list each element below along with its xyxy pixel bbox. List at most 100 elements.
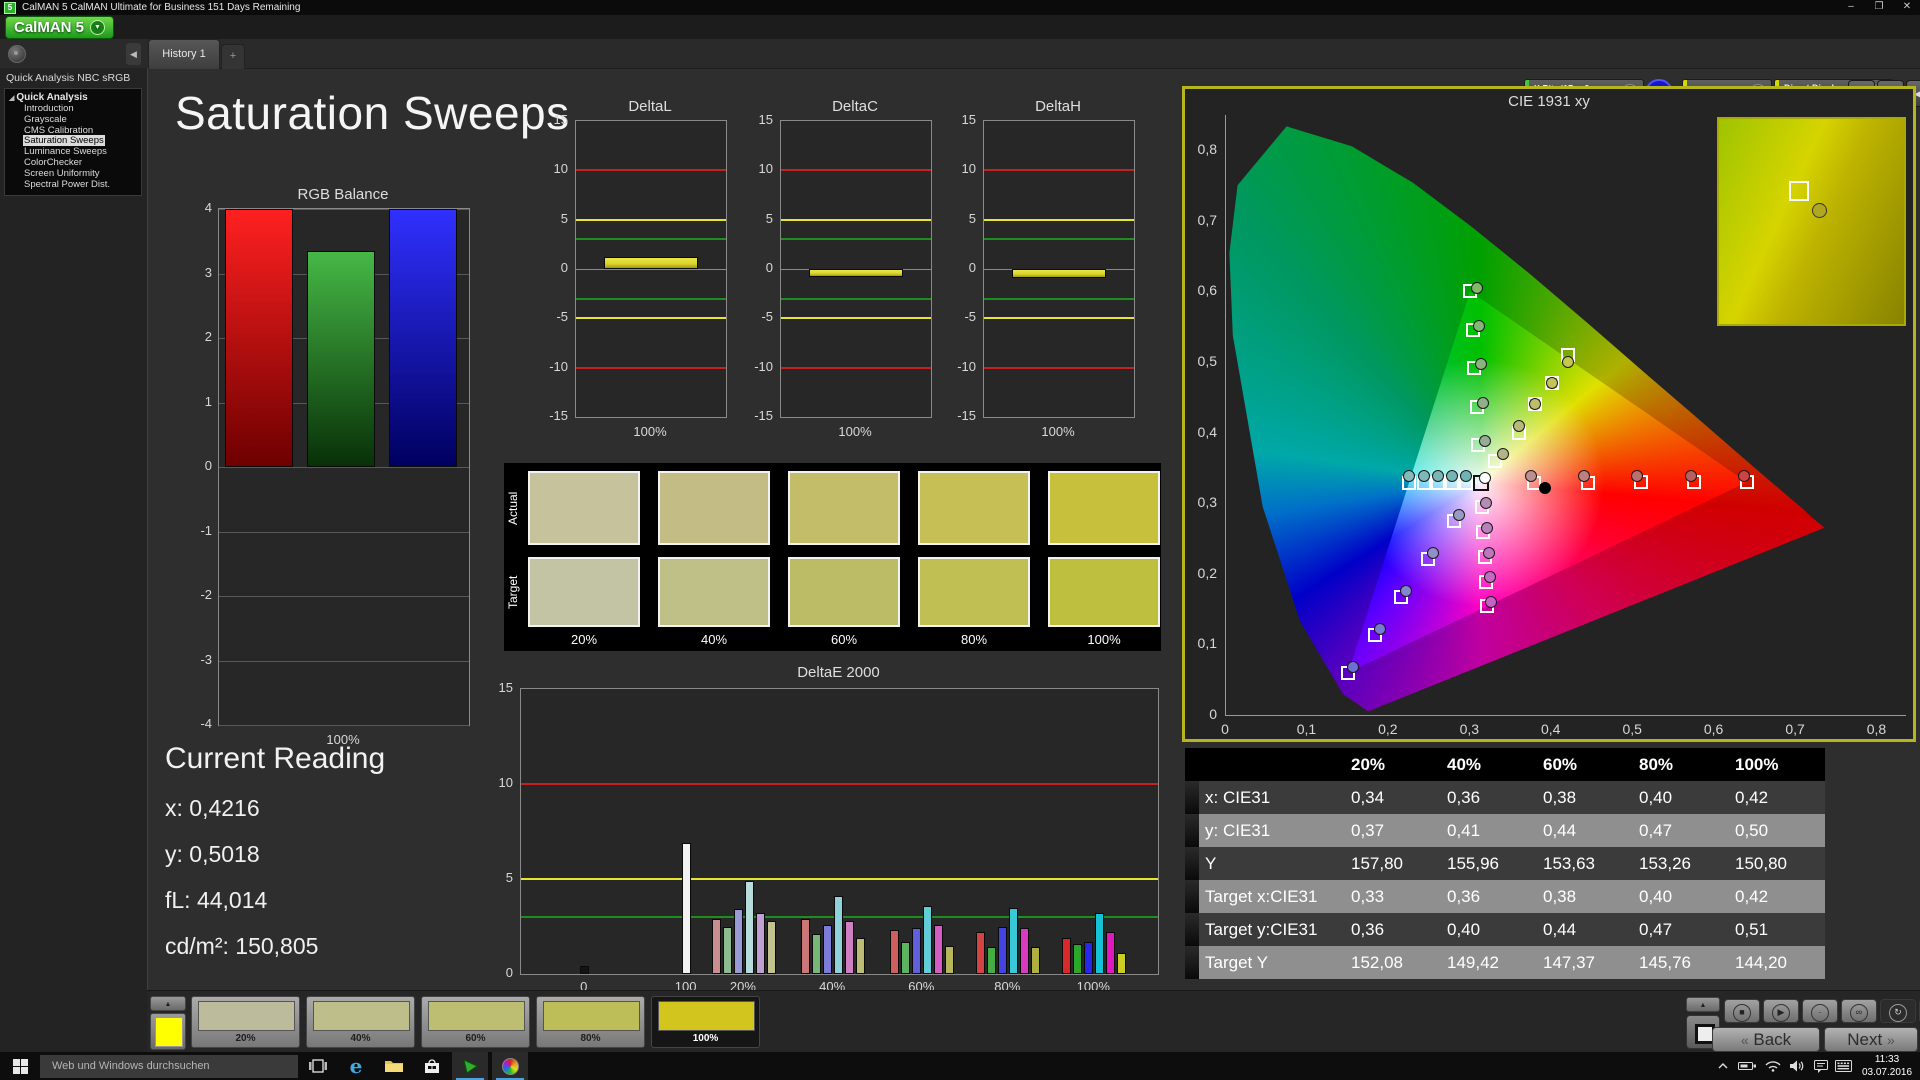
y-tick-label: 2 [204, 329, 212, 344]
sidebar-item-grayscale[interactable]: Grayscale [9, 114, 141, 126]
transport-collapse-button[interactable]: ▲ [1686, 997, 1720, 1012]
y-tick-label: 0 [204, 458, 212, 473]
table-cell: 144,20 [1729, 946, 1825, 979]
y-tick-label: 0,7 [1197, 211, 1217, 228]
continuous-measure-button[interactable]: ∞ [1841, 999, 1877, 1023]
current-color-patch[interactable] [150, 1013, 186, 1050]
expander-icon[interactable]: ◢ [9, 95, 14, 102]
sample-label: 100% [692, 1033, 719, 1044]
store-icon[interactable] [414, 1052, 450, 1080]
file-explorer-icon[interactable] [376, 1052, 412, 1080]
y-tick-label: -10 [754, 358, 773, 374]
colormatch-icon[interactable] [492, 1052, 528, 1080]
y-tick-label: 0,6 [1197, 282, 1217, 299]
y-tick-label: -15 [957, 408, 976, 423]
y-tick-label: 0 [765, 260, 773, 275]
measured-point-red [1684, 469, 1697, 482]
sample-swatch [428, 1001, 525, 1031]
saturation-label: 20% [570, 632, 598, 647]
measured-point-cyan [1403, 469, 1416, 482]
sample-button-40%[interactable]: 40% [306, 996, 415, 1048]
target-swatch-100% [1048, 557, 1160, 627]
y-tick-label: -3 [200, 651, 212, 667]
table-cell: 149,42 [1441, 946, 1537, 979]
play-button[interactable]: ▶ [1763, 999, 1799, 1023]
single-measure-button[interactable]: · [1802, 999, 1838, 1023]
deltaC-plot [780, 120, 932, 418]
keyboard-icon[interactable] [1832, 1052, 1854, 1080]
sample-button-60%[interactable]: 60% [421, 996, 530, 1048]
sample-button-20%[interactable]: 20% [191, 996, 300, 1048]
deltaE-bar [733, 909, 743, 974]
delta-bar [1012, 269, 1106, 278]
start-button[interactable] [0, 1052, 40, 1080]
measured-point-red [1737, 469, 1750, 482]
table-cell: 155,96 [1441, 847, 1537, 880]
y-tick-label: 0 [505, 965, 513, 980]
refresh-button[interactable]: ↻ [1880, 999, 1916, 1023]
actual-swatch-100% [1048, 471, 1160, 545]
deltaE-bar [1117, 953, 1127, 974]
calman-logo-menu[interactable]: CalMAN 5 ▼ [5, 16, 115, 39]
deltaH-chart: DeltaH 15 10 5 0 -5 -10 -15 100% [948, 98, 1153, 458]
strip-collapse-button[interactable]: ▲ [150, 996, 186, 1011]
stop-button[interactable]: ■ [1724, 999, 1760, 1023]
search-input[interactable]: Web und Windows durchsuchen [40, 1055, 298, 1078]
actual-row-label: Actual [506, 491, 520, 525]
maximize-button[interactable]: ❐ [1866, 0, 1892, 14]
next-button[interactable]: Next » [1824, 1027, 1918, 1052]
gridline [219, 596, 469, 597]
task-view-icon[interactable] [300, 1052, 336, 1080]
wifi-icon[interactable] [1762, 1052, 1784, 1080]
workflow-title: Quick Analysis NBC sRGB [6, 72, 131, 84]
measured-point-magenta [1479, 497, 1492, 510]
deltaE-bar [890, 930, 900, 974]
back-button[interactable]: « Back [1712, 1027, 1820, 1052]
workflow-tree: ◢ Quick Analysis Introduction Grayscale CMS… [4, 88, 142, 196]
table-cell: 0,36 [1441, 781, 1537, 814]
play-icon: ▶ [1772, 1004, 1790, 1022]
collapse-sidebar-button[interactable]: ◀ [126, 43, 141, 65]
y-tick-label: -2 [200, 587, 212, 602]
deltaE-bar [1020, 928, 1030, 974]
edge-icon[interactable]: e [338, 1052, 374, 1080]
ref-line [576, 317, 726, 320]
table-cell: 0,51 [1729, 913, 1825, 946]
current-reading-title: Current Reading [165, 742, 386, 775]
minimize-button[interactable]: – [1838, 0, 1864, 14]
measured-point-cyan [1431, 469, 1444, 482]
tab-history-1[interactable]: History 1 [148, 39, 220, 69]
deltaC-chart: DeltaC 15 10 5 0 -5 -10 -15 100% [745, 98, 950, 458]
page-title: Saturation Sweeps [175, 87, 570, 139]
sample-button-80%[interactable]: 80% [536, 996, 645, 1048]
battery-icon[interactable] [1736, 1052, 1758, 1080]
measured-point-cyan [1460, 469, 1473, 482]
x-tick-label: 0,2 [1378, 721, 1398, 737]
message-icon[interactable] [1810, 1052, 1832, 1080]
close-button[interactable]: ✕ [1894, 0, 1920, 14]
rgb-bar-blue [389, 209, 457, 467]
sidebar-item-spectral-power-dist-[interactable]: Spectral Power Dist. [9, 179, 141, 191]
deltaE-bar [1106, 932, 1116, 974]
record-icon[interactable] [8, 45, 26, 63]
deltaE-bar [711, 918, 721, 974]
volume-icon[interactable] [1786, 1052, 1808, 1080]
tree-root[interactable]: ◢ Quick Analysis [9, 92, 141, 103]
deltaL-plot [575, 120, 727, 418]
ref-line [521, 783, 1158, 785]
y-tick-label: -1 [200, 522, 212, 538]
calman-icon[interactable] [452, 1052, 488, 1080]
sample-button-100%[interactable]: 100% [651, 996, 760, 1048]
chevron-up-icon[interactable] [1712, 1052, 1734, 1080]
taskbar-clock[interactable]: 11:33 03.07.2016 [1858, 1053, 1916, 1079]
saturation-label: 100% [1087, 632, 1121, 647]
sidebar-item-screen-uniformity[interactable]: Screen Uniformity [9, 168, 141, 180]
deltaE-bar [976, 932, 986, 974]
table-header: 40% [1441, 748, 1537, 781]
table-cell: 0,36 [1345, 913, 1441, 946]
y-tick-label: 1 [204, 393, 212, 409]
table-cell: 0,42 [1729, 781, 1825, 814]
ref-line [576, 297, 726, 300]
deltaE-bar [682, 842, 692, 974]
add-tab-button[interactable]: + [221, 44, 245, 69]
